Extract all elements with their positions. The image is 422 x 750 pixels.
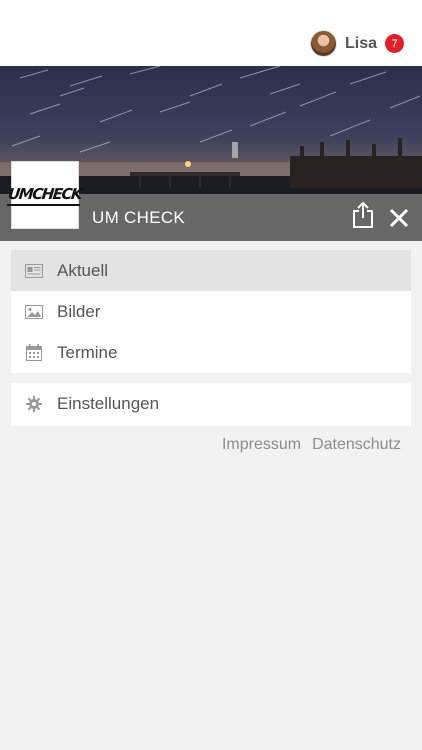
main-menu: Aktuell Bilder Termine <box>11 250 411 373</box>
menu-item-label: Termine <box>57 342 118 362</box>
top-bar: Lisa 7 <box>0 0 422 66</box>
page-title: UM CHECK <box>92 208 186 227</box>
impressum-link[interactable]: Impressum <box>222 436 301 454</box>
menu-item-aktuell[interactable]: Aktuell <box>11 250 411 291</box>
newspaper-icon <box>25 262 43 280</box>
channel-logo: UMCHECK <box>7 161 83 229</box>
gear-icon <box>25 395 43 413</box>
settings-menu: Einstellungen <box>11 383 411 426</box>
menu-item-label: Bilder <box>57 301 101 321</box>
notification-badge[interactable]: 7 <box>385 34 404 53</box>
menu-item-label: Einstellungen <box>57 393 160 413</box>
avatar[interactable] <box>309 30 337 57</box>
profile-name[interactable]: Lisa <box>345 35 377 53</box>
menu-item-label: Aktuell <box>57 260 109 280</box>
menu-item-einstellungen[interactable]: Einstellungen <box>11 383 411 424</box>
menu-item-termine[interactable]: Termine <box>11 332 411 373</box>
share-icon[interactable] <box>352 202 374 228</box>
footer-links: Impressum Datenschutz <box>222 436 401 454</box>
user-profile[interactable]: Lisa 7 <box>309 30 404 57</box>
image-icon <box>25 303 43 321</box>
menu-item-bilder[interactable]: Bilder <box>11 291 411 332</box>
close-icon[interactable] <box>389 208 409 228</box>
logo-text: UMCHECK <box>7 184 83 206</box>
calendar-icon <box>25 344 43 362</box>
datenschutz-link[interactable]: Datenschutz <box>312 436 401 454</box>
